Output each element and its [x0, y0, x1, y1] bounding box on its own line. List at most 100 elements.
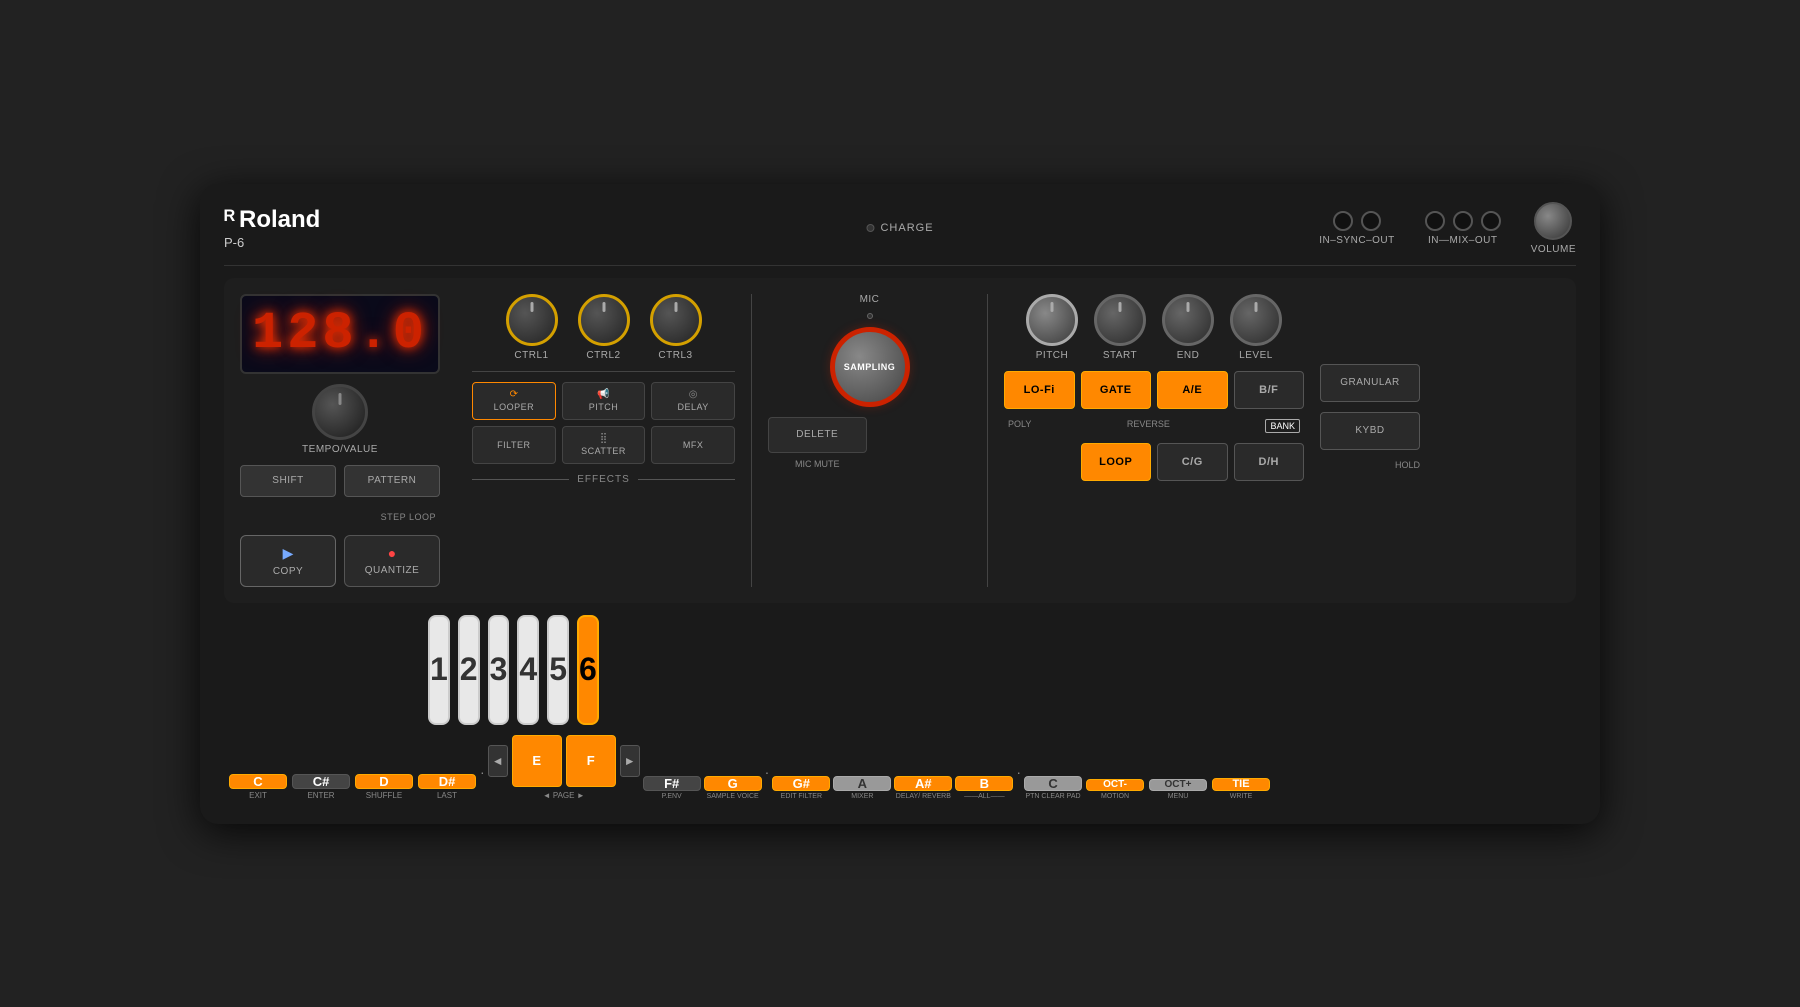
key-gs[interactable]: G#: [772, 776, 830, 791]
page-prev-button[interactable]: ◄: [488, 745, 508, 777]
pitch-knob[interactable]: [1026, 294, 1078, 346]
key-g[interactable]: G: [704, 776, 762, 791]
sampling-controls: DELETE MIC MUTE: [768, 417, 971, 469]
level-knob[interactable]: [1230, 294, 1282, 346]
roland-logo: ᴿ Roland: [224, 206, 320, 234]
dot-marker-1: ·: [480, 764, 485, 800]
ctrl2-knob[interactable]: [578, 294, 630, 346]
pads-row: 1 2 3 4 5 6: [428, 615, 1572, 725]
key-fs-label: P.ENV: [662, 793, 682, 800]
granular-button[interactable]: GRANULAR: [1320, 364, 1420, 402]
key-d-group: D SHUFFLE: [354, 774, 414, 800]
pitch-knob-label: PITCH: [1036, 350, 1069, 361]
mix-connector-group: IN—MIX–OUT: [1425, 211, 1501, 246]
sync-jack-1: [1333, 211, 1353, 231]
sampling-button[interactable]: SAMPLING: [830, 327, 910, 407]
tempo-knob-section: TEMPO/VALUE: [240, 384, 440, 455]
key-octp-group: OCT+ MENU: [1148, 779, 1208, 800]
ctrl3-knob[interactable]: [650, 294, 702, 346]
key-ds[interactable]: D#: [418, 774, 476, 789]
looper-button[interactable]: ⟳ LOOPER: [472, 382, 556, 420]
rec-icon: ●: [388, 545, 396, 561]
key-cs-label: ENTER: [307, 791, 334, 800]
copy-button[interactable]: ▶ COPY: [240, 535, 336, 587]
key-f[interactable]: F: [566, 735, 616, 787]
start-knob[interactable]: [1094, 294, 1146, 346]
mfx-button[interactable]: MFX: [651, 426, 735, 464]
kybd-button[interactable]: KYBD: [1320, 412, 1420, 450]
charge-label: CHARGE: [880, 222, 933, 234]
key-gs-group: G# EDIT FILTER: [772, 776, 830, 800]
mic-label: MIC: [860, 294, 880, 305]
key-tie-label: WRITE: [1230, 793, 1253, 800]
key-fs[interactable]: F#: [643, 776, 701, 791]
key-c[interactable]: C: [229, 774, 287, 789]
effects-text: EFFECTS: [577, 474, 630, 485]
filter-label: FILTER: [497, 440, 530, 450]
key-ds-group: D# LAST: [417, 774, 477, 800]
pitch-knob-group: PITCH: [1026, 294, 1078, 361]
roland-p6-device: ᴿ Roland P-6 CHARGE IN–SYNC–OUT: [200, 184, 1600, 824]
ctrl1-knob[interactable]: [506, 294, 558, 346]
pattern-button[interactable]: PATTERN: [344, 465, 440, 497]
key-octm[interactable]: OCT-: [1086, 779, 1144, 791]
sampling-top: MIC SAMPLING: [768, 294, 971, 407]
shift-button[interactable]: SHIFT: [240, 465, 336, 497]
effects-line-right: [638, 479, 735, 480]
start-knob-group: START: [1094, 294, 1146, 361]
key-ds-letter: D#: [439, 775, 456, 788]
pad-3[interactable]: 3: [488, 615, 510, 725]
bank-label: BANK: [1265, 419, 1300, 433]
tempo-knob[interactable]: [312, 384, 368, 440]
effects-section: CTRL1 CTRL2 CTRL3 ⟳ LOOPER 📢 PI: [472, 294, 752, 587]
quantize-button[interactable]: ● QUANTIZE: [344, 535, 440, 587]
scatter-button[interactable]: ⣿ SCATTER: [562, 426, 646, 464]
key-b[interactable]: B: [955, 776, 1013, 791]
bf-button[interactable]: B/F: [1234, 371, 1305, 409]
copy-label: COPY: [273, 566, 303, 577]
key-d[interactable]: D: [355, 774, 413, 789]
delete-button[interactable]: DELETE: [768, 417, 867, 453]
gate-button[interactable]: GATE: [1081, 371, 1152, 409]
end-knob[interactable]: [1162, 294, 1214, 346]
pad-5[interactable]: 5: [547, 615, 569, 725]
key-a[interactable]: A: [833, 776, 891, 791]
copy-quantize-row: ▶ COPY ● QUANTIZE: [240, 535, 440, 587]
pad-1[interactable]: 1: [428, 615, 450, 725]
key-octp[interactable]: OCT+: [1149, 779, 1207, 791]
mix-jack-1: [1425, 211, 1445, 231]
page-next-button[interactable]: ►: [620, 745, 640, 777]
pad-side-btns: [607, 615, 687, 725]
pad-2[interactable]: 2: [458, 615, 480, 725]
page-section: ◄ E F ► ◄ PAGE ►: [488, 735, 640, 800]
top-bar: ᴿ Roland P-6 CHARGE IN–SYNC–OUT: [224, 202, 1576, 266]
key-a-label: MIXER: [851, 793, 873, 800]
volume-knob[interactable]: [1534, 202, 1572, 240]
dh-button[interactable]: D/H: [1234, 443, 1305, 481]
key-c2[interactable]: C: [1024, 776, 1082, 791]
delay-button[interactable]: ◎ DELAY: [651, 382, 735, 420]
sync-connector-group: IN–SYNC–OUT: [1319, 211, 1395, 246]
key-g-letter: G: [728, 777, 738, 790]
ctrl2-group: CTRL2: [578, 294, 630, 361]
mix-label: IN—MIX–OUT: [1428, 235, 1497, 246]
page-label: ◄ PAGE ►: [543, 791, 585, 800]
filter-button[interactable]: FILTER: [472, 426, 556, 464]
effects-grid: ⟳ LOOPER 📢 PITCH ◎ DELAY FILTER ⣿ SCATTE…: [472, 382, 735, 464]
scatter-label: SCATTER: [581, 446, 626, 456]
hold-label: HOLD: [1320, 460, 1420, 470]
pad-6[interactable]: 6: [577, 615, 599, 725]
pitch-fx-button[interactable]: 📢 PITCH: [562, 382, 646, 420]
key-cs[interactable]: C#: [292, 774, 350, 789]
key-as[interactable]: A#: [894, 776, 952, 791]
cg-button[interactable]: C/G: [1157, 443, 1228, 481]
ae-button[interactable]: A/E: [1157, 371, 1228, 409]
pad-4[interactable]: 4: [517, 615, 539, 725]
key-c-group: C EXIT: [228, 774, 288, 800]
lofi-button[interactable]: LO-Fi: [1004, 371, 1075, 409]
key-tie[interactable]: TIE: [1212, 778, 1270, 791]
end-knob-label: END: [1177, 350, 1200, 361]
key-e[interactable]: E: [512, 735, 562, 787]
loop-button[interactable]: LOOP: [1081, 443, 1152, 481]
key-d-label: SHUFFLE: [366, 791, 402, 800]
